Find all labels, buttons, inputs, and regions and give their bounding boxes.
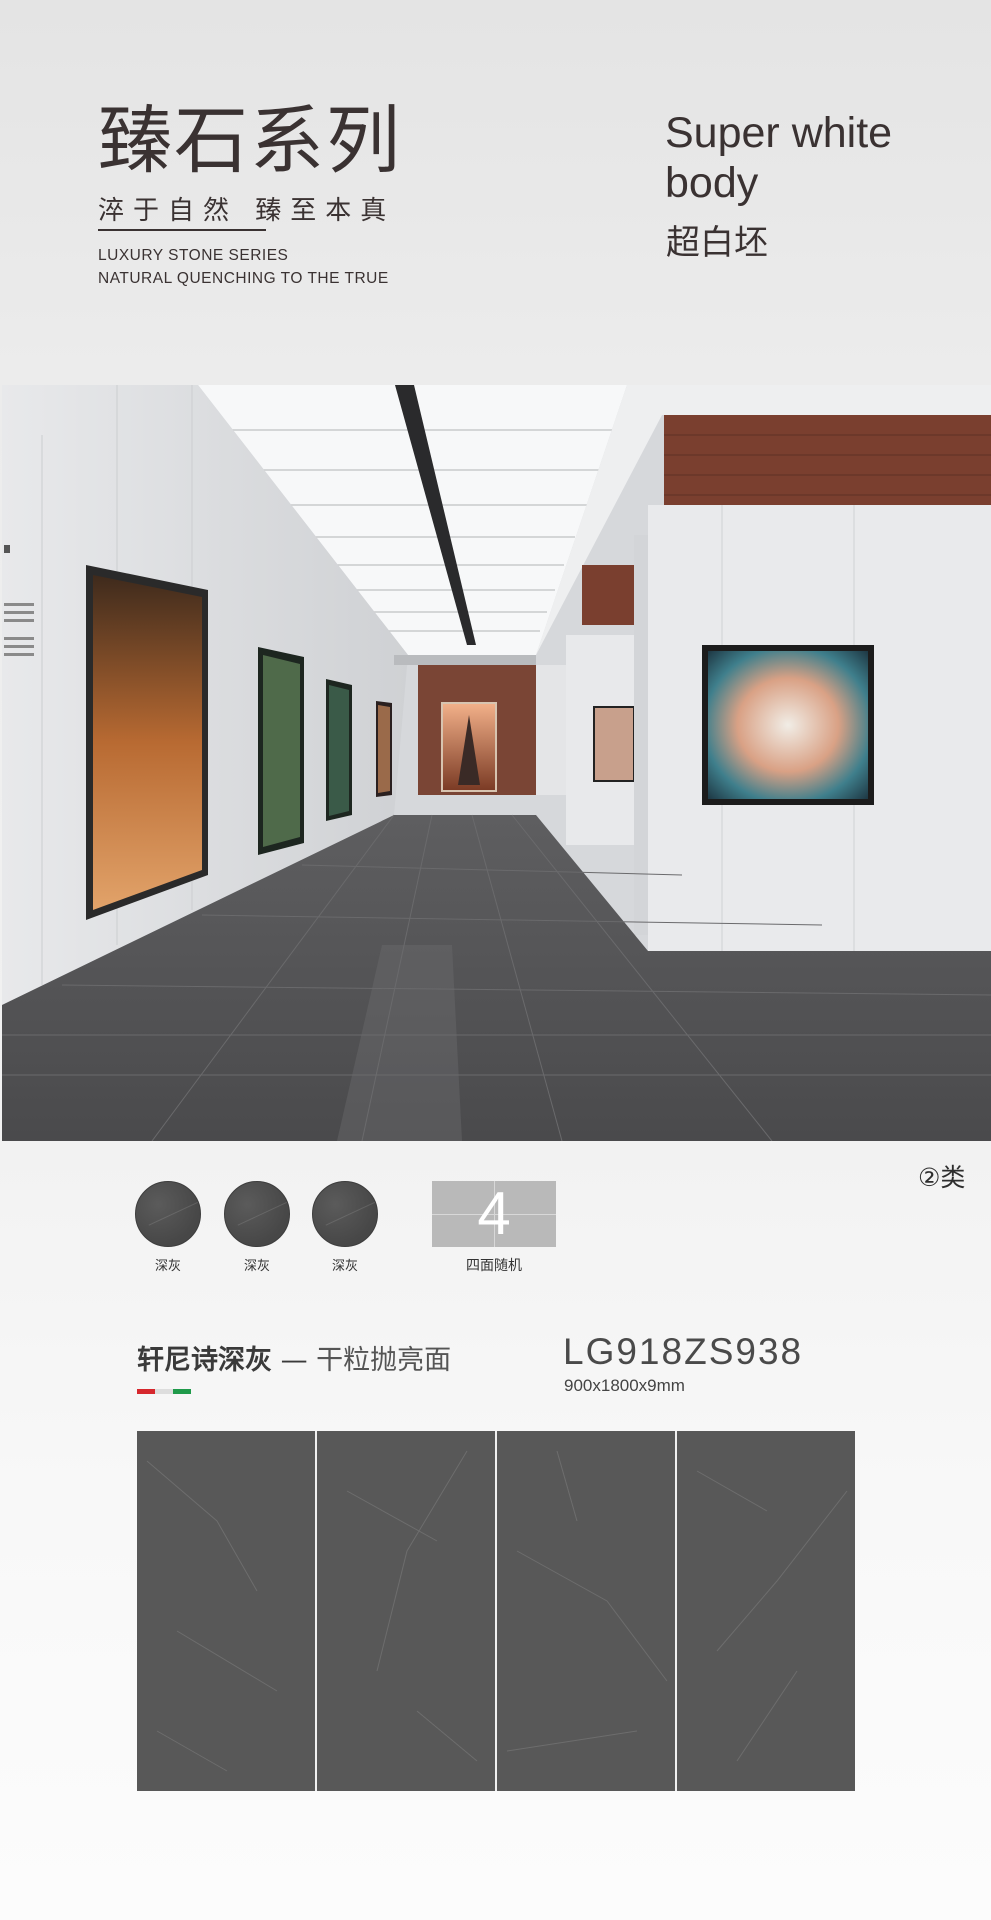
italian-flag-icon bbox=[137, 1389, 191, 1394]
flag-stripe-white bbox=[155, 1389, 173, 1394]
body-type-english: Super white body bbox=[665, 108, 892, 208]
slab-tile bbox=[497, 1431, 675, 1791]
layout-count: 4 bbox=[477, 1180, 511, 1247]
category-badge: ②类 bbox=[918, 1163, 966, 1192]
body-type-chinese: 超白坯 bbox=[666, 223, 768, 263]
swatch-label: 深灰 bbox=[154, 1259, 181, 1274]
product-size: 900x1800x9mm bbox=[564, 1376, 685, 1395]
swatch-circle bbox=[312, 1181, 378, 1247]
color-swatch-3: 深灰 bbox=[312, 1181, 378, 1274]
marble-vein-pattern bbox=[146, 1460, 278, 1772]
flag-stripe-red bbox=[137, 1389, 155, 1394]
swatch-label: 深灰 bbox=[243, 1259, 270, 1274]
series-english-line-2: NATURAL QUENCHING TO THE TRUE bbox=[98, 270, 389, 287]
marble-vein-pattern bbox=[506, 1450, 668, 1752]
product-finish: 干粒抛亮面 bbox=[316, 1345, 452, 1376]
slab-tile bbox=[317, 1431, 495, 1791]
slab-tile bbox=[137, 1431, 315, 1791]
series-slogan: 淬于自然 臻至本真 bbox=[98, 196, 396, 226]
slab-tiles bbox=[137, 1431, 855, 1791]
series-english: LUXURY STONE SERIES NATURAL QUENCHING TO… bbox=[98, 244, 389, 290]
swatch-circle bbox=[135, 1181, 201, 1247]
swatch-circle bbox=[224, 1181, 290, 1247]
layout-label: 四面随机 bbox=[466, 1258, 522, 1274]
product-name: 轩尼诗深灰 bbox=[137, 1345, 272, 1376]
swatch-label: 深灰 bbox=[331, 1259, 358, 1274]
random-layout-indicator: 4 四面随机 bbox=[432, 1181, 556, 1275]
flag-stripe-green bbox=[173, 1389, 191, 1394]
slab-tile bbox=[677, 1431, 855, 1791]
body-type-english-line-2: body bbox=[665, 159, 759, 207]
product-dash: — bbox=[272, 1345, 317, 1376]
color-swatch-2: 深灰 bbox=[224, 1181, 290, 1274]
product-code: LG918ZS938 bbox=[563, 1331, 804, 1372]
marble-vein-pattern bbox=[346, 1450, 478, 1762]
series-title: 臻石系列 bbox=[98, 98, 402, 184]
color-swatch-1: 深灰 bbox=[135, 1181, 201, 1274]
gallery-scene-image bbox=[2, 385, 991, 1141]
layout-grid-icon: 4 bbox=[432, 1181, 556, 1247]
body-type-english-line-1: Super white bbox=[665, 109, 893, 157]
series-english-line-1: LUXURY STONE SERIES bbox=[98, 247, 289, 264]
header-divider bbox=[98, 229, 266, 231]
product-name-line: 轩尼诗深灰 — 干粒抛亮面 bbox=[137, 1338, 451, 1377]
product-page: 臻石系列 淬于自然 臻至本真 LUXURY STONE SERIES NATUR… bbox=[0, 0, 991, 1920]
marble-vein-pattern bbox=[696, 1470, 848, 1762]
